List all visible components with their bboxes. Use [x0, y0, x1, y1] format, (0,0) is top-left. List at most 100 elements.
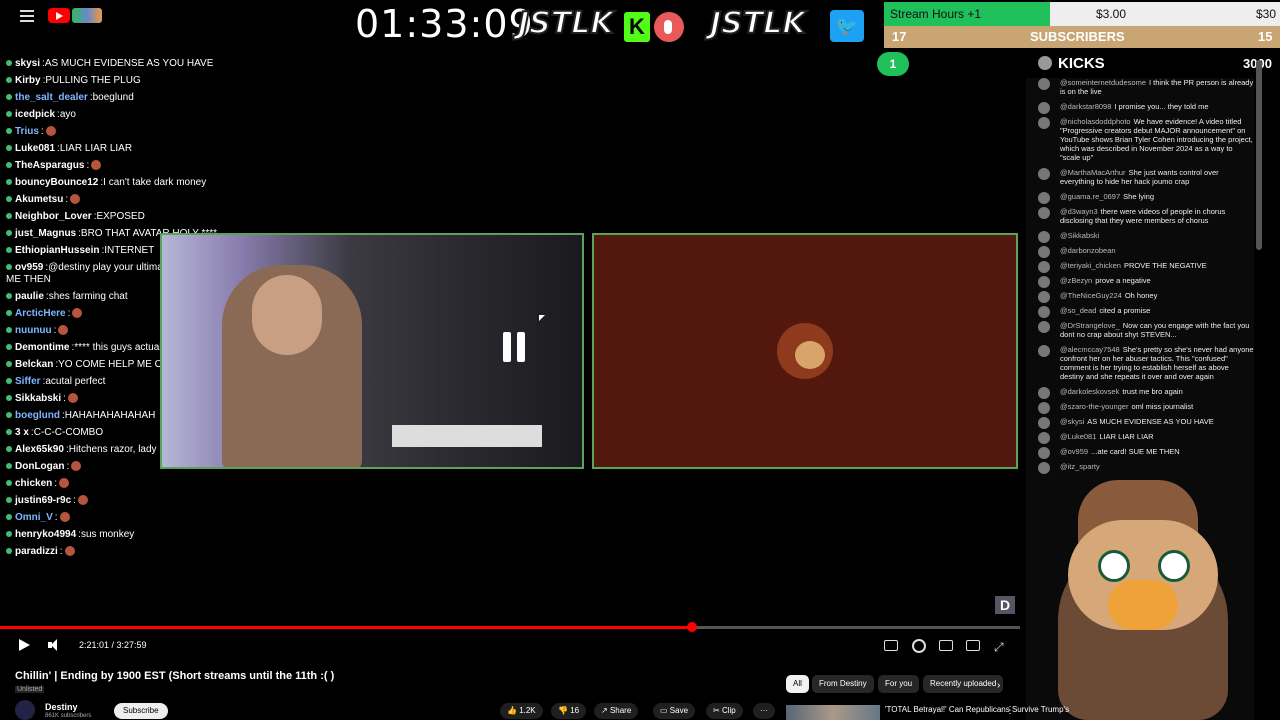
like-button[interactable]: 👍 1.2K — [500, 703, 543, 719]
captions-icon[interactable] — [884, 640, 898, 651]
chat-username[interactable]: Belckan — [15, 359, 53, 370]
chat-username[interactable]: Akumetsu — [15, 194, 63, 205]
chat-username[interactable]: skysi — [15, 58, 40, 69]
chat-username[interactable]: @darbonzobean — [1060, 246, 1116, 255]
chat-username[interactable]: 3 x — [15, 427, 29, 438]
chat-username[interactable]: @guama.re_0697 — [1060, 192, 1120, 201]
chat-username[interactable]: Demontime — [15, 342, 69, 353]
chat-username[interactable]: Alex65k90 — [15, 444, 64, 455]
chat-username[interactable]: @zBezyn — [1060, 276, 1092, 285]
clip-button[interactable]: ✂ Clip — [706, 703, 743, 719]
chat-username[interactable]: @someinternetdudesome — [1060, 78, 1146, 87]
chat-username[interactable]: EthiopianHussein — [15, 245, 99, 256]
chat-username[interactable]: paulie — [15, 291, 44, 302]
chip-from-destiny[interactable]: From Destiny — [812, 675, 874, 693]
chat-username[interactable]: ov959 — [15, 262, 43, 273]
chat-avatar[interactable] — [1038, 447, 1050, 459]
chat-username[interactable]: @d3wayn3 — [1060, 207, 1098, 216]
more-actions-button[interactable]: ··· — [753, 703, 775, 719]
chat-username[interactable]: @Sikkabski — [1060, 231, 1099, 240]
chat-avatar[interactable] — [1038, 432, 1050, 444]
chat-avatar[interactable] — [1038, 231, 1050, 243]
chat-username[interactable]: henryko4994 — [15, 529, 76, 540]
channel-watermark[interactable]: D — [995, 596, 1015, 614]
play-button[interactable] — [19, 639, 30, 651]
save-button[interactable]: ▭ Save — [653, 703, 696, 719]
recommendation-thumbnail[interactable] — [786, 705, 880, 720]
chat-username[interactable]: Sikkabski — [15, 393, 61, 404]
chat-username[interactable]: TheAsparagus — [15, 160, 84, 171]
chat-username[interactable]: chicken — [15, 478, 52, 489]
chevron-right-icon[interactable]: › — [997, 680, 1000, 691]
chat-avatar[interactable] — [1038, 306, 1050, 318]
chat-username[interactable]: @TheNiceGuy224 — [1060, 291, 1122, 300]
chat-username[interactable]: bouncyBounce12 — [15, 177, 98, 188]
chat-username[interactable]: nuunuu — [15, 325, 52, 336]
chat-username[interactable]: Trius — [15, 126, 39, 137]
chat-username[interactable]: paradizzi — [15, 546, 58, 557]
channel-avatar[interactable] — [15, 700, 35, 720]
chat-avatar[interactable] — [1038, 321, 1050, 333]
chat-username[interactable]: @so_dead — [1060, 306, 1096, 315]
channel-name[interactable]: Destiny — [45, 702, 78, 712]
chat-avatar[interactable] — [1038, 207, 1050, 219]
chat-avatar[interactable] — [1038, 387, 1050, 399]
chat-username[interactable]: @szaro-the-younger — [1060, 402, 1128, 411]
chat-avatar[interactable] — [1038, 417, 1050, 429]
chat-username[interactable]: Kirby — [15, 75, 41, 86]
fullscreen-icon[interactable]: ⤢ — [994, 640, 1004, 655]
chat-username[interactable]: @nicholasdoddphoto — [1060, 117, 1131, 126]
chat-avatar[interactable] — [1038, 276, 1050, 288]
more-vert-icon[interactable]: ⋮ — [1005, 705, 1015, 716]
chat-avatar[interactable] — [1038, 462, 1050, 474]
chat-avatar[interactable] — [1038, 261, 1050, 273]
chat-username[interactable]: the_salt_dealer — [15, 92, 88, 103]
chat-avatar[interactable] — [1038, 78, 1050, 90]
cast-icon[interactable] — [966, 640, 980, 651]
chat-username[interactable]: @alecmccay7548 — [1060, 345, 1120, 354]
chat-avatar[interactable] — [1038, 117, 1050, 129]
settings-gear-icon[interactable] — [912, 639, 926, 653]
pause-icon[interactable] — [503, 332, 527, 362]
miniplayer-icon[interactable] — [939, 640, 953, 651]
chat-username[interactable]: ArcticHere — [15, 308, 66, 319]
chat-username[interactable]: icedpick — [15, 109, 55, 120]
chip-recently-uploaded[interactable]: Recently uploaded — [923, 675, 1004, 693]
share-button[interactable]: ↗ Share — [594, 703, 639, 719]
chat-avatar[interactable] — [1038, 345, 1050, 357]
streamer-head — [252, 275, 322, 355]
chat-avatar[interactable] — [1038, 246, 1050, 258]
chat-username[interactable]: Omni_V — [15, 512, 53, 523]
chat-username[interactable]: Luke081 — [15, 143, 55, 154]
chip-for-you[interactable]: For you — [878, 675, 920, 693]
chat-avatar[interactable] — [1038, 102, 1050, 114]
progress-bar[interactable] — [0, 622, 1020, 632]
dislike-button[interactable]: 👎 16 — [551, 703, 587, 719]
chat-username[interactable]: @Luke081 — [1060, 432, 1096, 441]
chat-username[interactable]: @teriyaki_chicken — [1060, 261, 1121, 270]
chat-username[interactable]: @ov959 — [1060, 447, 1088, 456]
chat-username[interactable]: justin69-r9c — [15, 495, 71, 506]
chat-username[interactable]: @MarthaMacArthur — [1060, 168, 1126, 177]
chat-username[interactable]: Siffer — [15, 376, 41, 387]
chat-username[interactable]: @itz_sparty — [1060, 462, 1100, 471]
chat-avatar[interactable] — [1038, 291, 1050, 303]
chat-username[interactable]: @darkstar8098 — [1060, 102, 1111, 111]
chat-username[interactable]: @DrStrangelove_ — [1060, 321, 1120, 330]
chat-username[interactable]: DonLogan — [15, 461, 64, 472]
chat-scrollbar[interactable] — [1256, 60, 1262, 250]
chat-username[interactable]: @skysi — [1060, 417, 1084, 426]
chat-username[interactable]: boeglund — [15, 410, 60, 421]
chat-avatar[interactable] — [1038, 192, 1050, 204]
chat-username[interactable]: Neighbor_Lover — [15, 211, 92, 222]
chat-avatar[interactable] — [1038, 168, 1050, 180]
chat-avatar[interactable] — [1038, 402, 1050, 414]
chat-username[interactable]: just_Magnus — [15, 228, 76, 239]
chip-all[interactable]: All — [786, 675, 809, 693]
progress-scrubber[interactable] — [687, 622, 698, 632]
menu-icon[interactable] — [20, 10, 34, 22]
chat-username[interactable]: @darkoleskovsek — [1060, 387, 1119, 396]
volume-icon[interactable] — [48, 639, 62, 651]
subscribe-button[interactable]: Subscribe — [114, 703, 168, 719]
recommendation-title[interactable]: 'TOTAL Betrayal!' Can Republicans Surviv… — [885, 705, 1069, 714]
